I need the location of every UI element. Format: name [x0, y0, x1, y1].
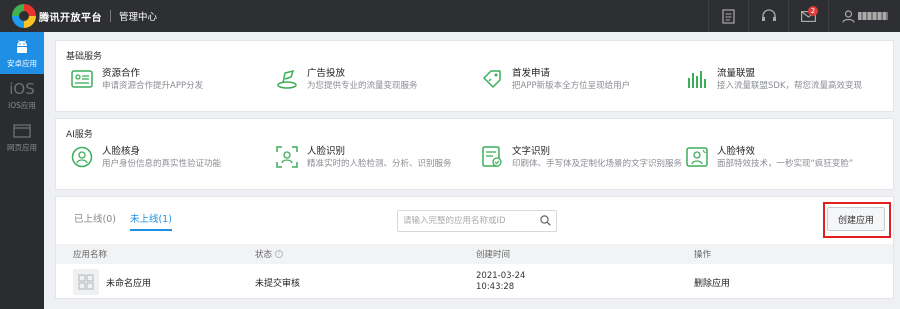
ios-icon: iOS [9, 79, 35, 98]
main-content: 基础服务 资源合作申请资源合作提升APP分发 广告投放为您提供专业的流量变现服务… [55, 40, 894, 299]
service-name: 资源合作 [102, 68, 141, 79]
service-desc: 用户身份信息的真实性验证功能 [102, 159, 222, 169]
service-name: 首发申请 [512, 68, 551, 79]
sidebar-item-label: 安卓应用 [7, 58, 37, 68]
brand-name: 腾讯开放平台 [39, 12, 102, 24]
sidebar-item-android[interactable]: 安卓应用 [0, 32, 44, 74]
ai-services-card: AI服务 人脸核身用户身份信息的真实性验证功能 人脸识别精准实时的人脸检测、分析… [55, 118, 894, 190]
service-desc: 把APP新版本全方位呈现给用户 [512, 81, 631, 91]
sidebar: 安卓应用 iOS iOS应用 网页应用 [0, 32, 44, 309]
search-input[interactable] [403, 216, 533, 226]
service-name: 流量联盟 [717, 68, 756, 79]
column-header-created-time: 创建时间 [476, 250, 511, 260]
service-name: 人脸核身 [102, 146, 141, 157]
mail-icon[interactable]: 2 [788, 0, 828, 32]
web-icon [13, 122, 31, 140]
divider [110, 10, 111, 22]
section-title: AI服务 [66, 130, 93, 140]
table-header: 应用名称 状态? 创建时间 操作 [56, 244, 893, 264]
headset-icon[interactable] [748, 0, 788, 32]
service-desc: 接入流量联盟SDK，帮您流量高效变现 [717, 81, 863, 91]
page-title: 管理中心 [119, 12, 158, 23]
table-row: 未命名应用 未提交审核 2021-03-24 10:43:28 删除应用 [56, 264, 893, 300]
app-placeholder-icon [73, 269, 99, 295]
service-name: 广告投放 [307, 68, 346, 79]
delete-app-link[interactable]: 删除应用 [694, 279, 730, 289]
create-app-button[interactable]: 创建应用 [827, 207, 885, 231]
app-name-cell: 未命名应用 [56, 269, 255, 295]
sidebar-item-ios[interactable]: iOS iOS应用 [0, 74, 44, 116]
app-table: 应用名称 状态? 创建时间 操作 未命名应用 未提交审核 2021-03-24 … [56, 244, 893, 300]
app-status: 未提交审核 [255, 278, 301, 289]
app-status-tabs: 已上线(0) 未上线(1) [74, 211, 172, 231]
face-verify-icon [70, 145, 94, 169]
traffic-alliance-icon [685, 67, 709, 91]
service-face-verify[interactable]: 人脸核身用户身份信息的真实性验证功能 [70, 145, 275, 170]
document-icon[interactable] [708, 0, 748, 32]
service-name: 人脸识别 [307, 146, 346, 157]
created-date: 2021-03-24 [476, 271, 526, 281]
face-recognition-icon [275, 145, 299, 169]
service-name: 文字识别 [512, 146, 551, 157]
service-desc: 印刷体、手写体及定制化场景的文字识别服务 [512, 159, 683, 169]
first-launch-icon [480, 67, 504, 91]
created-time: 2021-03-24 10:43:28 [476, 271, 694, 293]
tencent-logo-icon [12, 4, 36, 28]
sidebar-item-label: iOS应用 [8, 100, 36, 110]
actions-cell: 删除应用 [694, 276, 893, 289]
service-name: 人脸特效 [717, 146, 756, 157]
user-icon [841, 9, 855, 23]
tab-online[interactable]: 已上线(0) [74, 211, 116, 231]
ocr-icon [480, 145, 504, 169]
column-header-status: 状态? [255, 248, 476, 260]
service-ocr[interactable]: 文字识别印刷体、手写体及定制化场景的文字识别服务 [480, 145, 685, 170]
section-title: 基础服务 [66, 52, 103, 62]
user-menu[interactable] [828, 0, 900, 32]
service-face-recognition[interactable]: 人脸识别精准实时的人脸检测、分析、识别服务 [275, 145, 480, 170]
android-icon [14, 38, 30, 56]
sidebar-item-web[interactable]: 网页应用 [0, 116, 44, 158]
sidebar-item-label: 网页应用 [7, 142, 37, 152]
resource-cooperation-icon [70, 67, 94, 91]
service-desc: 为您提供专业的流量变现服务 [307, 81, 418, 91]
tab-offline[interactable]: 未上线(1) [129, 211, 172, 231]
service-desc: 面部特效技术，一秒实现“疯狂变脸” [717, 159, 854, 169]
column-header-app-name: 应用名称 [73, 250, 108, 260]
search-icon[interactable] [540, 215, 551, 229]
app-list-card: 已上线(0) 未上线(1) 创建应用 应用名称 状态? 创建时间 操作 [55, 196, 894, 299]
service-traffic-alliance[interactable]: 流量联盟接入流量联盟SDK，帮您流量高效变现 [685, 67, 890, 92]
app-search-box [397, 210, 557, 232]
face-effects-icon [685, 145, 709, 169]
info-icon[interactable]: ? [275, 250, 284, 258]
top-bar: 腾讯开放平台 管理中心 2 [0, 0, 900, 32]
user-name-obscured [857, 12, 888, 20]
service-face-effects[interactable]: 人脸特效面部特效技术，一秒实现“疯狂变脸” [685, 145, 890, 170]
service-desc: 申请资源合作提升APP分发 [102, 81, 204, 91]
column-header-label: 状态 [255, 250, 273, 260]
service-ad-delivery[interactable]: 广告投放为您提供专业的流量变现服务 [275, 67, 480, 92]
created-clock: 10:43:28 [476, 282, 515, 292]
column-header-actions: 操作 [694, 250, 712, 260]
service-desc: 精准实时的人脸检测、分析、识别服务 [307, 159, 452, 169]
service-first-launch[interactable]: 首发申请把APP新版本全方位呈现给用户 [480, 67, 685, 92]
basic-services-card: 基础服务 资源合作申请资源合作提升APP分发 广告投放为您提供专业的流量变现服务… [55, 40, 894, 112]
mail-badge: 2 [808, 6, 818, 16]
app-name[interactable]: 未命名应用 [106, 276, 151, 289]
brand-logo[interactable]: 腾讯开放平台 管理中心 [12, 0, 157, 32]
service-resource-cooperation[interactable]: 资源合作申请资源合作提升APP分发 [70, 67, 275, 92]
ad-delivery-icon [275, 67, 299, 91]
